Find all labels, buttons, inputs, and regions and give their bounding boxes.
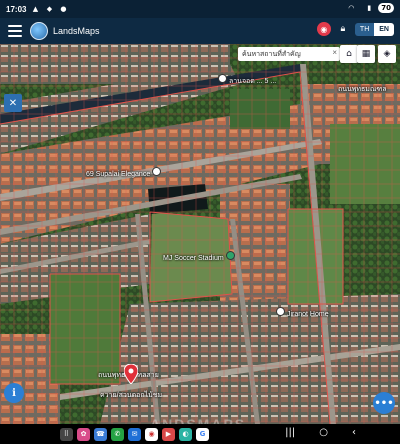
search-input[interactable]: ค้นหาสถานที่สำคัญ ×	[238, 47, 340, 61]
hamburger-icon[interactable]	[8, 25, 22, 37]
place-marker-icon	[218, 74, 227, 83]
app-dock: ⠿ ✿ ☎ ✆ ✉ ◉ ▶ ◐ G	[60, 427, 209, 441]
more-icon[interactable]: •••	[373, 392, 395, 414]
app-logo	[30, 22, 48, 40]
google-app-icon[interactable]: G	[196, 427, 209, 441]
map-label-project: 69 Supalai Elegance	[86, 167, 162, 178]
watermark: ANDSMAPS	[150, 416, 247, 424]
notification-icon: ◆	[46, 5, 53, 13]
signal-icon: ▮	[367, 4, 372, 12]
close-icon[interactable]: ×	[332, 48, 337, 57]
wifi-icon: ◠	[348, 4, 355, 12]
back-icon[interactable]: ‹	[352, 427, 356, 438]
location-pin-icon[interactable]	[124, 364, 138, 384]
system-nav-bar: ⠿ ✿ ☎ ✆ ✉ ◉ ▶ ◐ G ||| ○ ‹	[0, 424, 400, 444]
map-label-top-place: ลานจอด ... 5 ...	[218, 74, 276, 87]
apps-grid-icon[interactable]: ⠿	[60, 427, 73, 441]
search-placeholder: ค้นหาสถานที่สำคัญ	[242, 50, 301, 58]
lang-en-button[interactable]: EN	[374, 22, 394, 36]
grid-icon[interactable]: ▦	[357, 45, 375, 63]
map-label-stadium: MJ Soccer Stadium	[163, 251, 235, 262]
recents-icon[interactable]: |||	[285, 427, 295, 438]
maps-app-icon[interactable]: ◉	[145, 427, 158, 441]
app-bar: LandsMaps ◉ 🔒︎ TH EN	[0, 18, 400, 44]
lang-th-button[interactable]: TH	[354, 22, 375, 36]
map-label-home: Jiranot Home	[276, 307, 329, 318]
status-time: 17:03	[6, 4, 27, 14]
place-marker-icon	[152, 167, 162, 176]
layers-icon[interactable]: ◈	[378, 45, 396, 63]
home-nav-icon[interactable]: ○	[319, 427, 328, 438]
info-icon[interactable]: i	[4, 383, 24, 403]
map-canvas[interactable]	[0, 44, 400, 424]
notification-icon: ▲	[32, 5, 39, 13]
map-label-right-road: ถนนพุทธมณฑล	[338, 86, 387, 93]
battery-indicator: 70	[378, 3, 394, 13]
map-label-pin-place: ควาย/สวนดอกไม้ชม	[100, 392, 163, 399]
app-title: LandsMaps	[53, 26, 100, 36]
place-marker-icon	[276, 307, 285, 316]
language-toggle[interactable]: TH EN	[354, 22, 394, 36]
crosshair-icon[interactable]: ✕	[4, 94, 22, 112]
place-marker-icon	[225, 251, 235, 260]
chat-app-icon[interactable]: ✆	[111, 427, 124, 441]
gallery-app-icon[interactable]: ✿	[77, 427, 90, 441]
lock-icon[interactable]: 🔒︎	[337, 22, 349, 36]
landsmaps-app-icon[interactable]: ◐	[179, 427, 192, 441]
satellite-map[interactable]: ลานจอด ... 5 ... ถนนพุทธมณฑล 69 Supalai …	[0, 44, 400, 424]
record-icon[interactable]: ◉	[316, 22, 331, 36]
status-bar: 17:03 ▲ ◆ ● ◠ ▮ 70	[0, 0, 400, 18]
notification-icon: ●	[60, 5, 67, 13]
phone-app-icon[interactable]: ☎	[94, 427, 107, 441]
messages-app-icon[interactable]: ✉	[128, 427, 141, 441]
home-icon[interactable]: ⌂	[340, 45, 358, 63]
video-app-icon[interactable]: ▶	[162, 427, 175, 441]
